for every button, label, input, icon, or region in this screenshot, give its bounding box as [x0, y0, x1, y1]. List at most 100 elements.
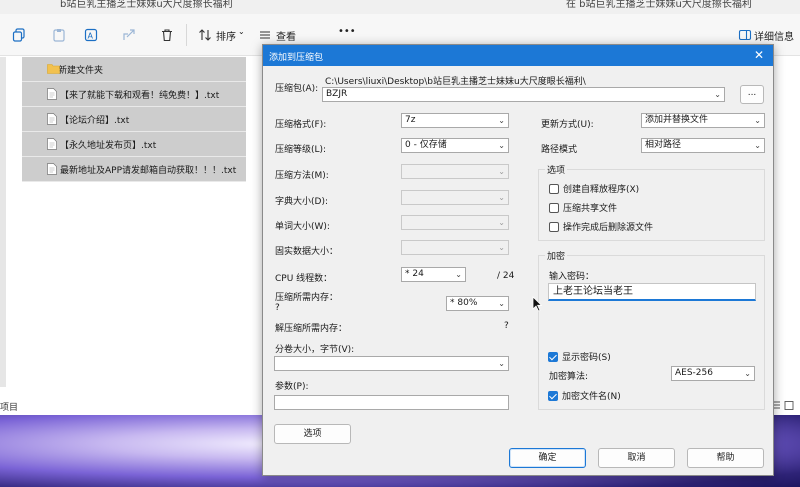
word-size-label: 单词大小(W): [275, 222, 330, 232]
word-size-select[interactable]: ⌄ [401, 215, 509, 230]
text-file-icon [47, 113, 57, 128]
chevron-down-icon: ⌄ [498, 193, 505, 202]
archive-path: C:\Users\liuxi\Desktop\b站巨乳主播芝士妹妹u大尺度眼长福… [325, 77, 586, 87]
checkbox-label: 显示密码(S) [562, 353, 611, 363]
file-list: 新建文件夹 【来了就能下载和观看！纯免费！】.txt 【论坛介绍】.txt 【永… [22, 57, 246, 182]
checkbox-label: 操作完成后删除源文件 [563, 223, 654, 233]
explorer-tab-title[interactable]: b站巨乳主播芝士妹妹u大尺度擦长福利 [60, 0, 233, 10]
explorer-titlebar: b站巨乳主播芝士妹妹u大尺度擦长福利 在 b站巨乳主播芝士妹妹u大尺度擦长福利 [0, 0, 800, 14]
checkbox-box [548, 390, 558, 401]
details-pane-icon[interactable] [736, 26, 754, 44]
create-sfx-checkbox[interactable]: 创建自释放程序(X) [549, 182, 639, 195]
checkbox-box [548, 351, 558, 362]
explorer-search-hint[interactable]: 在 b站巨乳主播芝士妹妹u大尺度擦长福利 [566, 0, 752, 10]
cpu-threads-max: / 24 [497, 271, 515, 281]
parameters-input[interactable] [274, 395, 509, 410]
add-to-archive-dialog: 添加到压缩包 ✕ 压缩包(A): C:\Users\liuxi\Desktop\… [262, 44, 774, 476]
share-icon[interactable] [120, 26, 138, 44]
navigation-pane-edge [0, 57, 6, 387]
checkbox-box [549, 183, 559, 194]
level-label: 压缩等级(L): [275, 145, 327, 155]
chevron-down-icon: ⌄ [498, 243, 505, 252]
solid-block-select[interactable]: ⌄ [401, 240, 509, 255]
split-size-combo[interactable]: ⌄ [274, 356, 509, 371]
memory-usage-value: * 80% [450, 298, 478, 308]
status-bar-text: 项目 [0, 403, 19, 413]
chevron-down-icon: ⌄ [714, 90, 721, 99]
level-select[interactable]: 0 - 仅存储 ⌄ [401, 138, 509, 153]
view-toggle-icons[interactable] [772, 401, 794, 414]
view-button[interactable]: 查看 [276, 28, 296, 43]
svg-text:A: A [88, 32, 94, 41]
password-input[interactable]: 上老王论坛当老王 [548, 283, 756, 301]
solid-block-label: 固实数据大小： [275, 247, 339, 257]
dictionary-size-label: 字典大小(D): [275, 197, 328, 207]
paste-icon[interactable] [50, 26, 68, 44]
close-icon[interactable]: ✕ [751, 47, 767, 63]
delete-icon[interactable] [158, 26, 176, 44]
chevron-down-icon: ⌄ [498, 167, 505, 176]
archive-name-combo[interactable]: BZJR ⌄ [322, 87, 725, 102]
compress-memory-label: 压缩所需内存： [275, 293, 339, 303]
chevron-down-icon: ⌄ [744, 369, 751, 378]
ok-button[interactable]: 确定 [509, 448, 586, 468]
chevron-down-icon: ⌄ [754, 141, 761, 150]
options-button[interactable]: 选项 [274, 424, 351, 444]
chevron-down-icon: ⌄ [498, 116, 505, 125]
method-label: 压缩方法(M): [275, 171, 329, 181]
show-password-checkbox[interactable]: 显示密码(S) [548, 350, 611, 363]
delete-after-checkbox[interactable]: 操作完成后删除源文件 [549, 220, 653, 233]
memory-usage-select[interactable]: * 80% ⌄ [446, 296, 509, 311]
cancel-button[interactable]: 取消 [598, 448, 675, 468]
file-name: 【永久地址发布页】.txt [60, 140, 157, 151]
update-mode-label: 更新方式(U): [541, 120, 594, 130]
encrypt-file-names-checkbox[interactable]: 加密文件名(N) [548, 389, 621, 402]
more-options-button[interactable]: ••• [338, 26, 356, 37]
checkbox-label: 加密文件名(N) [562, 392, 621, 402]
method-select[interactable]: ⌄ [401, 164, 509, 179]
compress-memory-value: ? [275, 303, 280, 313]
chevron-down-icon: ⌄ [455, 270, 462, 279]
archive-label: 压缩包(A): [275, 84, 319, 94]
compress-shared-checkbox[interactable]: 压缩共享文件 [549, 201, 617, 214]
details-button[interactable]: 详细信息 [754, 28, 794, 43]
list-item[interactable]: 【论坛介绍】.txt [22, 107, 246, 132]
decompress-memory-value: ? [504, 321, 509, 331]
list-item[interactable]: 最新地址及APP请发邮箱自动获取！！！.txt [22, 157, 246, 182]
list-item[interactable]: 【永久地址发布页】.txt [22, 132, 246, 157]
sort-button[interactable]: 排序 [216, 28, 236, 43]
decompress-memory-label: 解压缩所需内存： [275, 324, 348, 334]
checkbox-box [549, 202, 559, 213]
help-button[interactable]: 帮助 [687, 448, 764, 468]
text-file-icon [47, 163, 57, 178]
parameters-label: 参数(P): [275, 382, 309, 392]
browse-button[interactable]: ... [740, 85, 764, 104]
view-icon[interactable] [256, 26, 274, 44]
rename-icon[interactable]: A [82, 26, 100, 44]
mouse-cursor-icon [532, 296, 543, 315]
cpu-threads-select[interactable]: * 24 ⌄ [401, 267, 466, 282]
list-item[interactable]: 【来了就能下载和观看！纯免费！】.txt [22, 82, 246, 107]
update-mode-select[interactable]: 添加并替换文件 ⌄ [641, 113, 765, 128]
options-group-title: 选项 [545, 163, 568, 176]
chevron-down-icon: ⌄ [498, 141, 505, 150]
format-select[interactable]: 7z ⌄ [401, 113, 509, 128]
options-group: 选项 创建自释放程序(X) 压缩共享文件 操作完成后删除源文件 [538, 163, 765, 241]
folder-icon [47, 63, 60, 77]
encryption-method-select[interactable]: AES-256 ⌄ [671, 366, 755, 381]
cpu-threads-value: * 24 [405, 269, 424, 279]
dialog-titlebar[interactable]: 添加到压缩包 ✕ [263, 45, 773, 66]
file-name: 【来了就能下载和观看！纯免费！】.txt [60, 90, 220, 101]
chevron-down-icon: ⌄ [498, 299, 505, 308]
format-label: 压缩格式(F): [275, 120, 327, 130]
path-mode-value: 相对路径 [645, 140, 682, 150]
sort-icon[interactable] [196, 26, 214, 44]
dictionary-size-select[interactable]: ⌄ [401, 190, 509, 205]
copy-icon[interactable] [10, 26, 28, 44]
text-file-icon [47, 88, 57, 103]
path-mode-select[interactable]: 相对路径 ⌄ [641, 138, 765, 153]
chevron-down-icon[interactable]: ⌄ [238, 27, 245, 36]
list-item[interactable]: 新建文件夹 [22, 57, 246, 82]
encryption-method-value: AES-256 [675, 368, 713, 378]
toolbar-divider [186, 24, 187, 46]
